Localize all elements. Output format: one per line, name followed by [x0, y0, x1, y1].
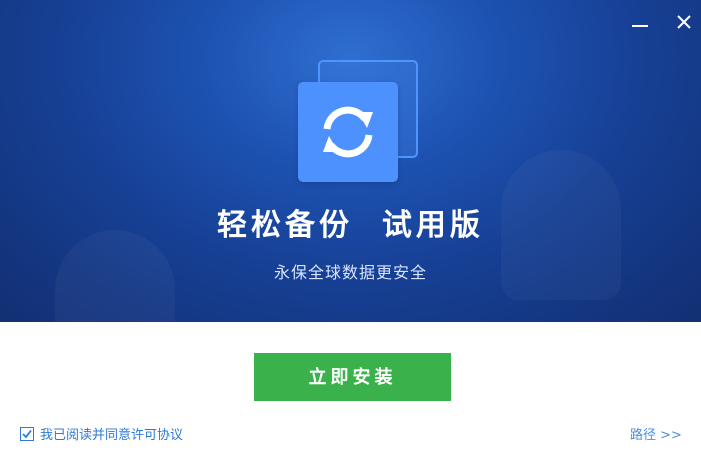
- sync-icon: [323, 106, 373, 158]
- minimize-icon: [632, 25, 648, 27]
- close-button[interactable]: [672, 10, 696, 34]
- install-path-link[interactable]: 路径 >>: [630, 424, 682, 443]
- license-agreement-label[interactable]: 我已阅读并同意许可协议: [40, 424, 183, 443]
- license-agreement-checkbox[interactable]: 我已阅读并同意许可协议: [20, 424, 183, 443]
- hero-banner: 轻松备份 试用版 永保全球数据更安全: [0, 0, 701, 322]
- app-logo: [298, 60, 420, 183]
- product-title: 轻松备份 试用版: [217, 208, 484, 243]
- installer-window: 轻松备份 试用版 永保全球数据更安全 立即安装 我已阅读并同意许可协议 路径 >…: [0, 0, 701, 459]
- install-now-button[interactable]: 立即安装: [254, 353, 451, 401]
- logo-front-square: [298, 82, 398, 182]
- checkbox-checked-icon[interactable]: [20, 426, 34, 441]
- minimize-button[interactable]: [628, 10, 652, 34]
- close-icon: [677, 15, 691, 29]
- product-slogan: 永保全球数据更安全: [273, 263, 427, 282]
